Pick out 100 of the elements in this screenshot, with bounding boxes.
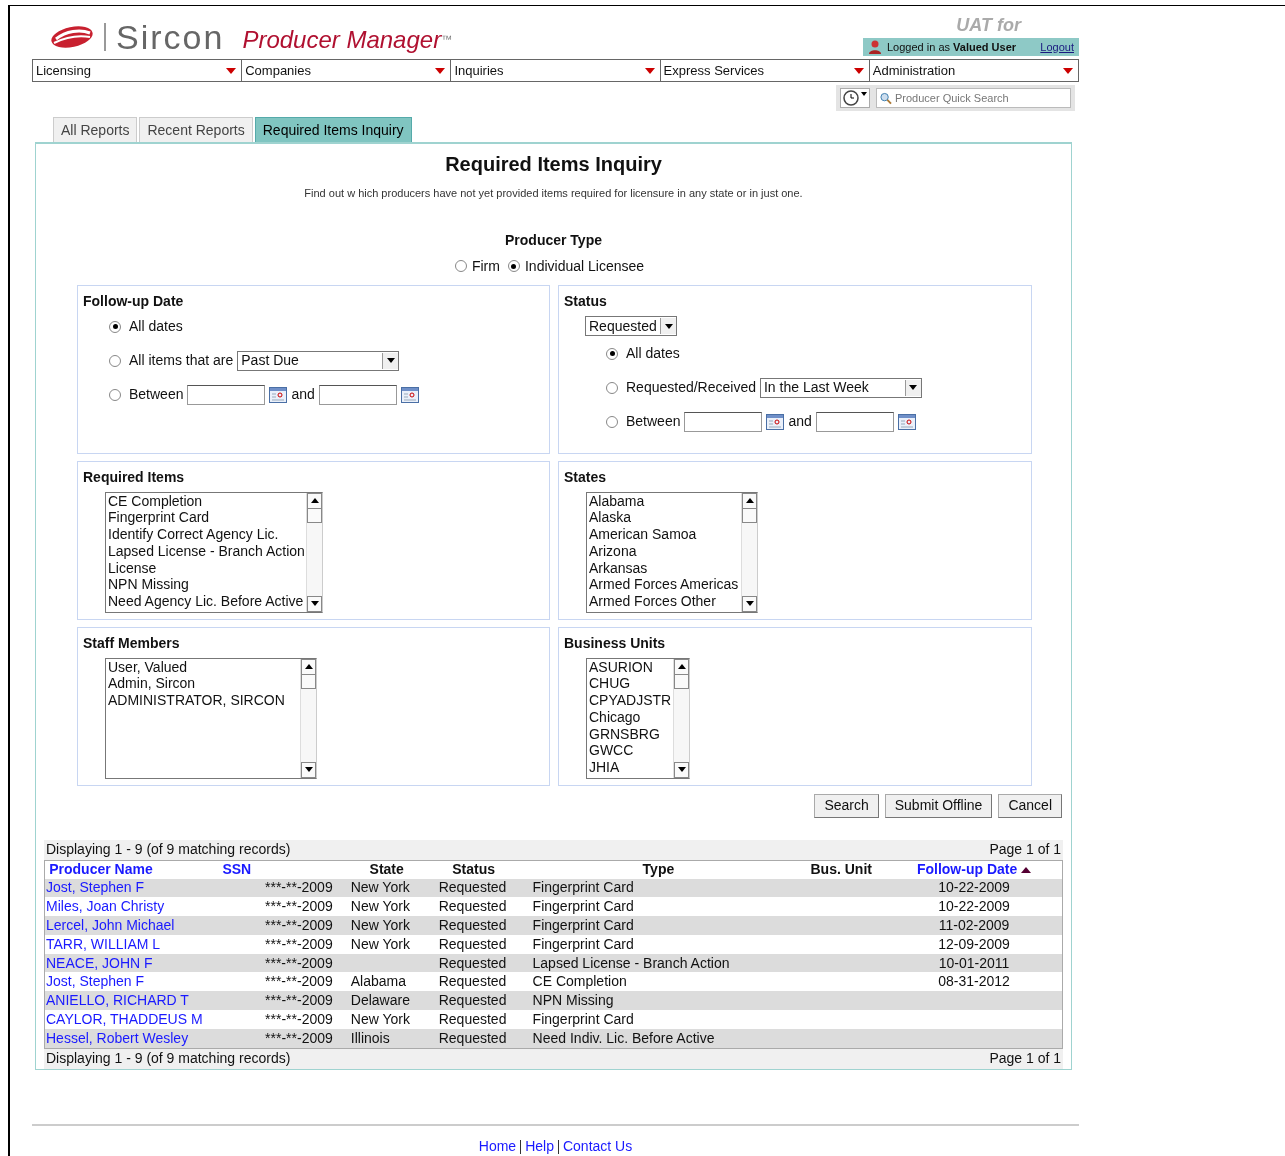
menu-item[interactable]: Express Services — [660, 60, 870, 81]
search-icon — [880, 91, 892, 105]
list-item[interactable]: ASURION — [589, 658, 673, 676]
radio-button[interactable] — [507, 260, 520, 272]
quick-search-field[interactable]: Producer Quick Search — [876, 88, 1071, 108]
list-item[interactable]: GWCC — [589, 742, 673, 760]
scrollbar[interactable] — [673, 658, 689, 778]
table-cell: 10-01-2011 — [938, 954, 1010, 971]
calendar-icon[interactable] — [269, 386, 288, 403]
list-item[interactable]: CE Completion — [108, 492, 306, 510]
list-item[interactable]: Alaska — [589, 509, 741, 527]
list-item[interactable]: Identify Correct Agency Lic. — [108, 526, 306, 543]
producer-link[interactable]: NEACE, JOHN F — [46, 954, 153, 971]
menu-item[interactable]: Companies — [242, 60, 452, 81]
scroll-down-arrow-icon[interactable] — [745, 601, 754, 606]
table-cell: ***-**-2009 — [265, 1029, 333, 1046]
date-field[interactable] — [318, 384, 397, 405]
list-item[interactable]: Arkansas — [589, 559, 741, 577]
select-field[interactable]: In the Last Week — [760, 377, 922, 398]
report-tab[interactable]: All Reports — [53, 117, 138, 142]
quick-search-input[interactable]: Producer Quick Search — [894, 89, 1067, 107]
list-box[interactable]: User, Valued Admin, Sircon ADMINISTRATOR, SIRCON — [105, 657, 317, 779]
producer-link[interactable]: Jost, Stephen F — [46, 879, 145, 896]
producer-link[interactable]: TARR, WILLIAM L — [46, 935, 161, 952]
menu-item[interactable]: Administration — [869, 60, 1078, 81]
radio-button[interactable] — [454, 260, 467, 272]
list-box[interactable]: Alabama Alaska American Samoa Arizona Arkansas Armed Forces Americas Armed Forces Other — [586, 491, 758, 613]
list-item[interactable]: Armed Forces Other — [589, 593, 741, 611]
producer-link[interactable]: Jost, Stephen F — [46, 973, 145, 990]
list-item[interactable]: CHUG — [589, 675, 673, 693]
radio-button[interactable] — [606, 381, 618, 394]
column-header[interactable]: Follow-up Date — [886, 859, 1062, 880]
radio-button[interactable] — [606, 415, 618, 428]
list-item[interactable]: Arizona — [589, 542, 741, 560]
radio-button[interactable] — [606, 347, 618, 360]
scrollbar[interactable] — [306, 492, 322, 612]
producer-link[interactable]: ANIELLO, RICHARD T — [46, 992, 189, 1009]
list-item[interactable]: Chicago — [589, 708, 673, 726]
scroll-down-arrow-icon[interactable] — [677, 767, 686, 772]
list-item[interactable]: Fingerprint Card — [108, 509, 306, 527]
scrollbar[interactable] — [300, 658, 316, 778]
calendar-icon[interactable] — [897, 413, 916, 430]
user-icon — [868, 40, 882, 54]
calendar-icon[interactable] — [766, 413, 785, 430]
date-field[interactable] — [684, 411, 763, 432]
list-item[interactable]: Lapsed License - Branch Action — [108, 542, 306, 560]
scroll-up-arrow-icon[interactable] — [745, 498, 754, 503]
select-field[interactable]: Requested — [585, 316, 677, 336]
scrollbar[interactable] — [741, 492, 757, 612]
menu-item[interactable]: Licensing — [33, 60, 243, 81]
date-field[interactable] — [815, 411, 894, 432]
scroll-down-arrow-icon[interactable] — [310, 601, 319, 606]
table-cell: Requested — [438, 879, 507, 896]
list-item[interactable]: Armed Forces Americas — [589, 576, 741, 594]
radio-button[interactable] — [109, 354, 121, 367]
caret-icon — [861, 92, 867, 96]
scroll-down-arrow-icon[interactable] — [304, 767, 313, 772]
producer-link[interactable]: Lercel, John Michael — [46, 917, 175, 933]
producer-type-label: Producer Type — [504, 230, 603, 250]
list-item[interactable]: NPN Missing — [108, 576, 306, 594]
history-button[interactable] — [840, 88, 870, 108]
scroll-up-arrow-icon[interactable] — [677, 664, 686, 669]
list-item[interactable]: GRNSBRG — [589, 725, 673, 743]
list-item[interactable]: Need Agency Lic. Before Active — [108, 593, 306, 611]
form-button[interactable]: Submit Offline — [884, 793, 993, 818]
radio-button[interactable] — [109, 388, 121, 401]
footer-link[interactable]: Contact Us — [562, 1136, 633, 1156]
report-tab[interactable]: Required Items Inquiry — [254, 117, 412, 142]
list-item[interactable]: ADMINISTRATOR, SIRCON — [108, 692, 300, 709]
list-item[interactable]: License — [108, 559, 306, 577]
date-field[interactable] — [187, 384, 266, 405]
list-item[interactable]: American Samoa — [589, 526, 741, 543]
column-header[interactable]: SSN — [156, 859, 347, 880]
list-item[interactable]: User, Valued — [108, 658, 300, 676]
producer-link[interactable]: Miles, Joan Christy — [46, 898, 165, 915]
scroll-up-arrow-icon[interactable] — [310, 498, 319, 503]
column-header[interactable]: Producer Name — [45, 859, 157, 880]
report-tab[interactable]: Recent Reports — [139, 117, 253, 142]
table-cell: Lapsed License - Branch Action — [532, 954, 730, 971]
producer-link[interactable]: CAYLOR, THADDEUS M — [46, 1011, 203, 1027]
form-button[interactable]: Search — [814, 793, 879, 818]
footer-link[interactable]: Home — [478, 1136, 517, 1156]
producer-link[interactable]: Hessel, Robert Wesley — [46, 1029, 189, 1046]
form-button[interactable]: Cancel — [998, 793, 1062, 818]
scroll-up-arrow-icon[interactable] — [304, 664, 313, 669]
select-field[interactable]: Past Due — [237, 350, 400, 371]
list-item[interactable]: CPYADJSTR — [589, 692, 673, 709]
calendar-icon[interactable] — [400, 386, 419, 403]
list-item[interactable]: Admin, Sircon — [108, 675, 300, 693]
list-box[interactable]: CE Completion Fingerprint Card Identify Correct Agency Lic. Lapsed License - Branch Action License NPN Missing Need Agency Lic. Before Active — [105, 491, 323, 613]
list-item[interactable]: JHIA — [589, 759, 673, 777]
list-item[interactable]: Alabama — [589, 492, 741, 510]
table-cell: CE Completion — [532, 973, 627, 990]
table-cell: Requested — [438, 954, 507, 971]
table-cell: Requested — [438, 973, 507, 990]
footer-link[interactable]: Help — [525, 1136, 554, 1156]
menu-item[interactable]: Inquiries — [451, 60, 661, 81]
list-box[interactable]: ASURION CHUG CPYADJSTR Chicago GRNSBRG GWCC JHIA — [586, 657, 690, 779]
radio-button[interactable] — [109, 320, 121, 333]
logout-link[interactable]: Logout — [1040, 38, 1074, 56]
